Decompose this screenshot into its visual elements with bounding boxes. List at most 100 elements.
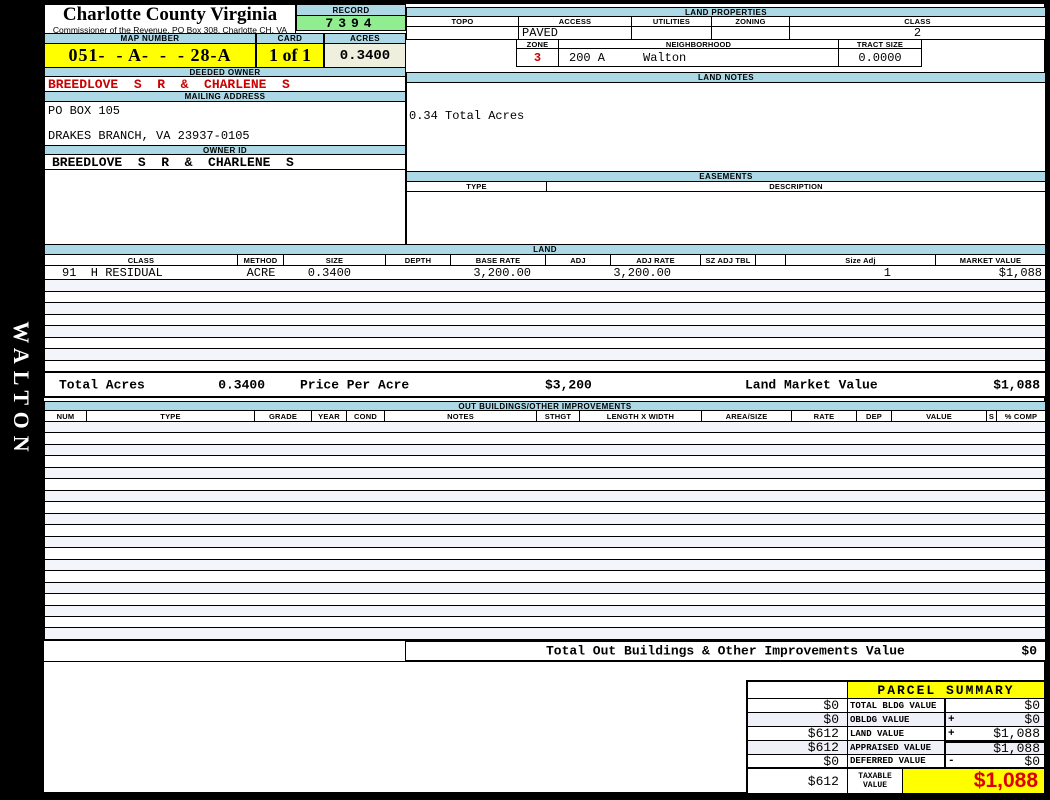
empty-row [45, 360, 1045, 371]
land-notes-box: 0.34 Total Acres [406, 82, 1046, 172]
summary-operator: + [948, 713, 955, 726]
land-column-header: CLASS [45, 255, 238, 265]
record-value: 7394 [296, 15, 406, 31]
empty-row [45, 314, 1045, 326]
empty-row [45, 513, 1045, 526]
empty-row [45, 525, 1045, 537]
out-buildings-column-header: YEAR [312, 411, 347, 421]
neighborhood-value: 200 A Walton [559, 49, 839, 66]
land-column-header: MARKET VALUE [959, 255, 1022, 265]
land-column-header: METHOD [238, 255, 284, 265]
empty-row [45, 559, 1045, 572]
land-column-header: BASE RATE [451, 255, 546, 265]
empty-row [45, 467, 1045, 480]
zone-label: ZONE [517, 40, 559, 49]
summary-op-value: $1,088 [944, 741, 1044, 756]
owner-panel-spacer [44, 169, 406, 245]
parcel-summary-row: $0 OBLDG VALUE + $0 [748, 712, 1044, 727]
out-buildings-column-header: STHGT [537, 411, 580, 421]
land-table-empty-rows [44, 279, 1046, 372]
out-buildings-column-header: AREA/SIZE [702, 411, 792, 421]
empty-row [45, 479, 1045, 491]
land-cell [756, 266, 786, 279]
neighborhood-label: NEIGHBORHOOD [559, 40, 839, 49]
easement-description-label: DESCRIPTION [769, 182, 823, 191]
land-table-data-row: 91 H RESIDUAL ACRE 0.3400 3,200.00 3,200.00 1… [44, 265, 1046, 280]
price-per-acre-label: Price Per Acre [300, 377, 410, 392]
empty-row [45, 594, 1045, 606]
tract-size-label: TRACT SIZE [856, 39, 904, 49]
land-cell [386, 266, 451, 279]
price-per-acre-value: $3,200 [545, 377, 592, 392]
neighborhood-code: 200 A [569, 50, 606, 65]
taxable-prior-value: $612 [748, 769, 848, 793]
out-buildings-column-header: LENGTH X WIDTH [580, 411, 702, 421]
county-header-box: Charlotte County Virginia Commissioner o… [44, 4, 296, 35]
mailing-address-box: PO BOX 105 DRAKES BRANCH, VA 23937-0105 [44, 101, 406, 146]
land-market-value-label: Land Market Value [745, 377, 878, 392]
summary-op-value: - $0 [944, 753, 1044, 769]
parcel-summary-title: PARCEL SUMMARY [848, 682, 1044, 698]
land-market-value: $1,088 [993, 377, 1040, 392]
taxable-value: $1,088 [903, 769, 1044, 793]
empty-row [45, 303, 1045, 315]
tract-size-value: 0.0000 [858, 50, 902, 65]
summary-prior-value: $0 [748, 712, 848, 727]
empty-row [45, 444, 1045, 457]
district-label: WALTON [9, 321, 34, 459]
parcel-summary-blank-cell [748, 682, 848, 698]
address-line-2: DRAKES BRANCH, VA 23937-0105 [48, 129, 250, 143]
total-acres-value: 0.3400 [218, 377, 265, 392]
county-title: Charlotte County Virginia [62, 4, 278, 25]
out-buildings-total-label: Total Out Buildings & Other Improvements… [546, 643, 905, 659]
empty-row [45, 349, 1045, 361]
card-value: 1 of 1 [256, 43, 324, 68]
map-number-value: 051- - A- - - 28-A [44, 43, 256, 68]
district-sidebar: WALTON [0, 0, 43, 800]
empty-row [45, 628, 1045, 639]
utilities-value [632, 27, 712, 39]
out-buildings-column-header: RATE [792, 411, 857, 421]
address-line-1: PO BOX 105 [48, 104, 121, 118]
easement-type-label: TYPE [407, 182, 547, 191]
topo-value [407, 27, 519, 39]
summary-value: $0 [1024, 753, 1040, 769]
taxable-value-row: $612 TAXABLE VALUE $1,088 [748, 769, 1044, 793]
out-buildings-total-row: Total Out Buildings & Other Improvements… [44, 640, 1046, 662]
owner-id-value: BREEDLOVE S R & CHARLENE S [44, 154, 406, 170]
parcel-summary-rows: $0 TOTAL BLDG VALUE $0 $0 OBLDG VALUE + $0 $612… [748, 698, 1044, 769]
out-buildings-column-header: NUM [45, 411, 87, 421]
summary-label: TOTAL BLDG VALUE [850, 700, 937, 711]
land-column-header: ADJ [546, 255, 611, 265]
out-buildings-column-header: % COMP [1004, 411, 1038, 421]
empty-row [45, 571, 1045, 583]
land-totals-row: Total Acres 0.3400 Price Per Acre $3,200… [44, 372, 1046, 398]
summary-label: APPRAISED VALUE [850, 742, 932, 753]
land-cell: ACRE [246, 265, 276, 280]
empty-row [45, 536, 1045, 549]
zone-value-row: 3 200 A Walton 0.0000 [516, 48, 922, 67]
parcel-summary-row: $612 LAND VALUE + $1,088 [748, 726, 1044, 741]
summary-label: LAND VALUE [850, 728, 905, 739]
empty-row [45, 422, 1045, 434]
land-column-header: DEPTH [386, 255, 451, 265]
empty-row [45, 605, 1045, 617]
summary-op-value: + $1,088 [944, 726, 1044, 741]
card-content: Charlotte County Virginia Commissioner o… [43, 3, 1046, 795]
parcel-summary: PARCEL SUMMARY $0 TOTAL BLDG VALUE $0 $0 OBL… [746, 680, 1046, 795]
zoning-value [712, 27, 790, 39]
land-cell [701, 266, 756, 279]
land-cell: 3,200.00 [473, 265, 531, 280]
summary-operator: + [948, 727, 955, 740]
out-buildings-total-box: Total Out Buildings & Other Improvements… [405, 641, 1046, 661]
land-column-header [756, 255, 786, 265]
summary-prior-value: $612 [748, 740, 848, 755]
empty-row [45, 502, 1045, 514]
parcel-summary-row: $0 TOTAL BLDG VALUE $0 [748, 698, 1044, 713]
summary-op-value: + $0 [944, 712, 1044, 727]
parcel-summary-header: PARCEL SUMMARY [748, 682, 1044, 699]
total-acres-label: Total Acres [59, 377, 145, 392]
summary-label: OBLDG VALUE [850, 714, 910, 725]
land-column-header: ADJ RATE [611, 255, 701, 265]
access-value: PAVED [519, 26, 632, 40]
